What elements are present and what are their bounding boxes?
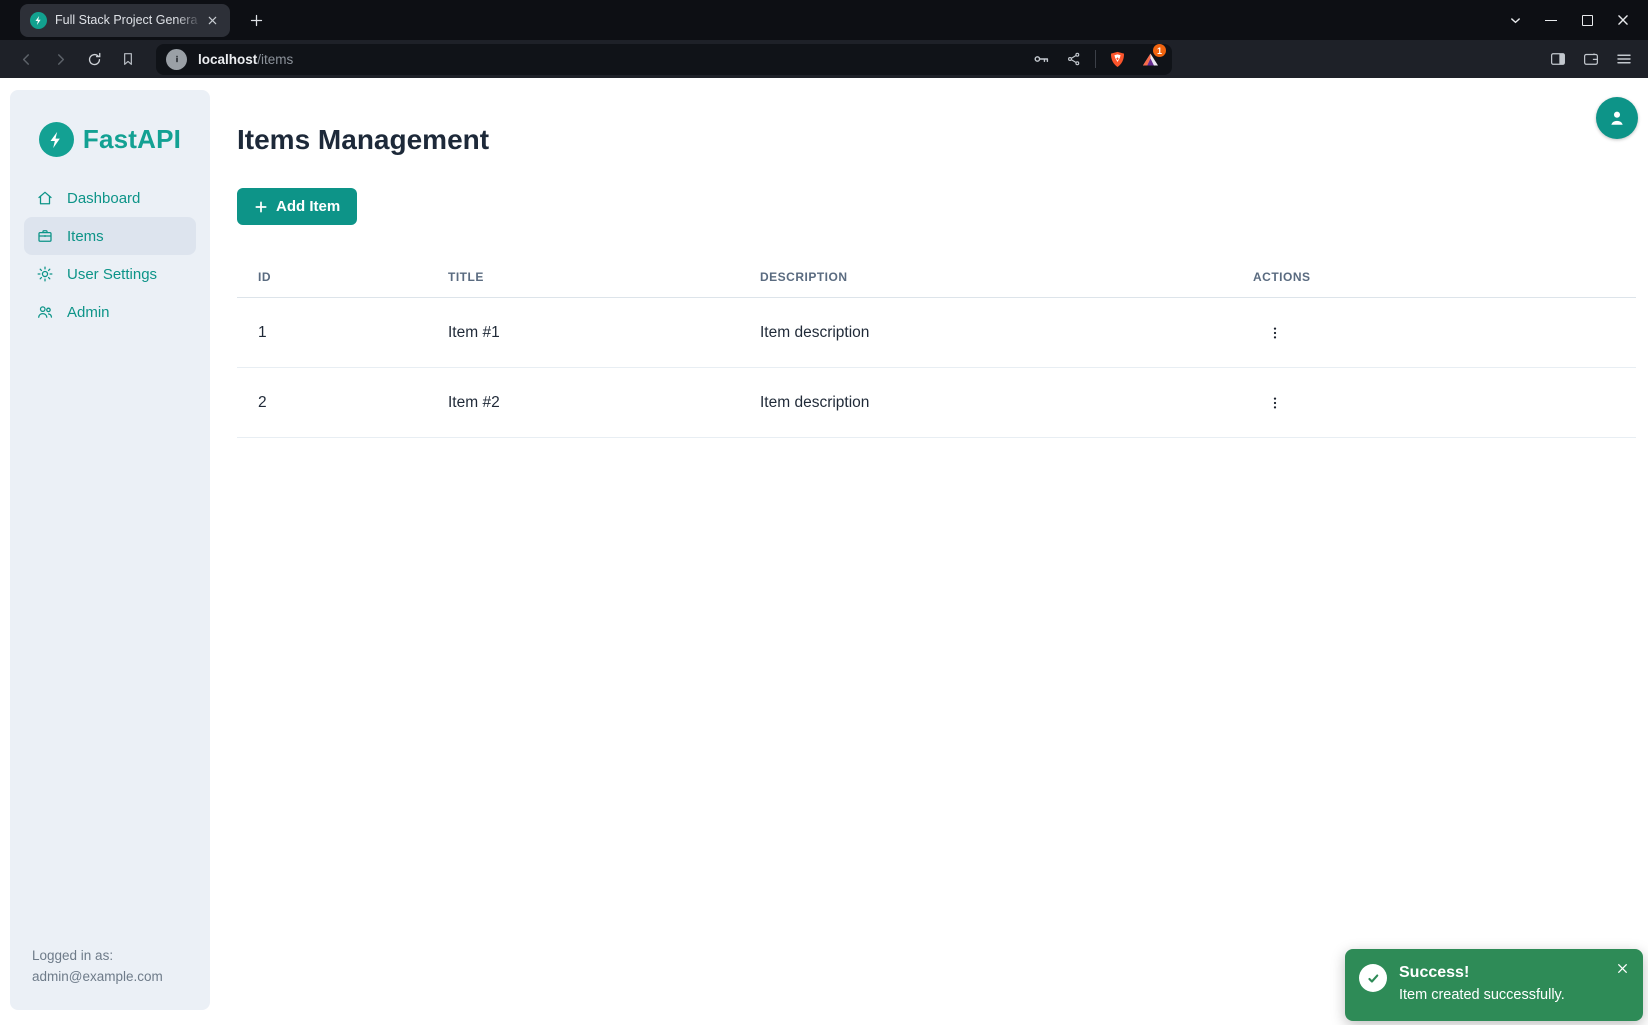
page-body: FastAPI Dashboard Items User Settings: [0, 78, 1648, 1025]
browser-toolbar: localhost/items 1: [0, 40, 1648, 78]
reload-button[interactable]: [80, 45, 108, 73]
table-row: 2 Item #2 Item description: [237, 368, 1636, 438]
tab-title: Full Stack Project Genera: [55, 13, 202, 27]
back-button[interactable]: [12, 45, 40, 73]
sidebar-item-label: Dashboard: [67, 190, 140, 207]
row-actions-kebab-icon[interactable]: [1261, 389, 1289, 417]
add-item-button-label: Add Item: [276, 198, 340, 215]
add-item-button[interactable]: Add Item: [237, 188, 357, 225]
fastapi-bolt-favicon-icon: [30, 12, 47, 29]
toolbar-divider: [1095, 50, 1096, 68]
bookmark-icon[interactable]: [114, 45, 142, 73]
cell-description: Item description: [760, 324, 1253, 342]
page-title: Items Management: [237, 124, 1636, 156]
cell-title: Item #1: [448, 324, 760, 342]
new-tab-button[interactable]: [242, 6, 270, 34]
url-text: localhost/items: [198, 52, 293, 67]
column-header-actions: ACTIONS: [1253, 270, 1636, 284]
sidebar-item-admin[interactable]: Admin: [24, 293, 196, 331]
logged-in-label: Logged in as:: [32, 946, 163, 967]
tab-title-fade: [176, 13, 202, 27]
toolbar-right-icons: [1546, 47, 1636, 71]
sidebar-item-label: Admin: [67, 304, 110, 321]
window-controls: [1502, 7, 1648, 33]
sidebar-item-user-settings[interactable]: User Settings: [24, 255, 196, 293]
column-header-description: DESCRIPTION: [760, 270, 1253, 284]
main-content: Items Management Add Item ID TITLE DESCR…: [237, 78, 1648, 438]
tab-search-chevron-icon[interactable]: [1502, 7, 1528, 33]
users-icon: [36, 303, 54, 321]
toast-close-icon[interactable]: [1611, 957, 1633, 979]
toast-title: Success!: [1399, 962, 1565, 984]
row-actions-kebab-icon[interactable]: [1261, 319, 1289, 347]
logged-in-email: admin@example.com: [32, 967, 163, 988]
close-window-button[interactable]: [1610, 7, 1636, 33]
user-avatar-button[interactable]: [1596, 97, 1638, 139]
sidebar-nav: Dashboard Items User Settings Admin: [10, 179, 210, 331]
gear-icon: [36, 265, 54, 283]
toast-message: Item created successfully.: [1399, 987, 1565, 1003]
brave-rewards-bat-icon[interactable]: 1: [1138, 47, 1162, 71]
sidebar-item-items[interactable]: Items: [24, 217, 196, 255]
logo-text: FastAPI: [83, 124, 181, 155]
rewards-badge: 1: [1153, 44, 1166, 57]
share-icon[interactable]: [1062, 47, 1086, 71]
tab-close-icon[interactable]: [202, 10, 222, 30]
sidebar-item-dashboard[interactable]: Dashboard: [24, 179, 196, 217]
wallet-icon[interactable]: [1579, 47, 1603, 71]
cell-description: Item description: [760, 394, 1253, 412]
table-row: 1 Item #1 Item description: [237, 298, 1636, 368]
address-bar[interactable]: localhost/items 1: [156, 44, 1172, 75]
column-header-id: ID: [258, 270, 448, 284]
sidebar-item-label: User Settings: [67, 266, 157, 283]
app-sidebar: FastAPI Dashboard Items User Settings: [10, 90, 210, 1010]
sidebar-item-label: Items: [67, 228, 104, 245]
password-key-icon[interactable]: [1029, 47, 1053, 71]
menu-hamburger-icon[interactable]: [1612, 47, 1636, 71]
brave-shield-icon[interactable]: [1105, 47, 1129, 71]
cell-title: Item #2: [448, 394, 760, 412]
fastapi-bolt-icon: [39, 122, 74, 157]
maximize-button[interactable]: [1574, 7, 1600, 33]
success-toast: Success! Item created successfully.: [1345, 949, 1643, 1021]
column-header-title: TITLE: [448, 270, 760, 284]
browser-tab-bar: Full Stack Project Genera: [0, 0, 1648, 40]
browser-tab[interactable]: Full Stack Project Genera: [20, 4, 230, 37]
address-bar-icons: 1: [1029, 47, 1162, 71]
fastapi-logo: FastAPI: [10, 90, 210, 157]
plus-icon: [254, 200, 268, 214]
check-circle-icon: [1359, 964, 1387, 992]
minimize-button[interactable]: [1538, 7, 1564, 33]
site-info-icon[interactable]: [166, 49, 187, 70]
side-panel-icon[interactable]: [1546, 47, 1570, 71]
cell-actions: [1253, 319, 1636, 347]
home-icon: [36, 189, 54, 207]
briefcase-icon: [36, 227, 54, 245]
forward-button[interactable]: [46, 45, 74, 73]
table-header-row: ID TITLE DESCRIPTION ACTIONS: [237, 256, 1636, 298]
user-avatar-icon: [1606, 107, 1628, 129]
cell-id: 2: [258, 394, 448, 412]
items-table: ID TITLE DESCRIPTION ACTIONS 1 Item #1 I…: [237, 256, 1636, 438]
cell-id: 1: [258, 324, 448, 342]
cell-actions: [1253, 389, 1636, 417]
logged-in-footer: Logged in as: admin@example.com: [32, 946, 163, 988]
